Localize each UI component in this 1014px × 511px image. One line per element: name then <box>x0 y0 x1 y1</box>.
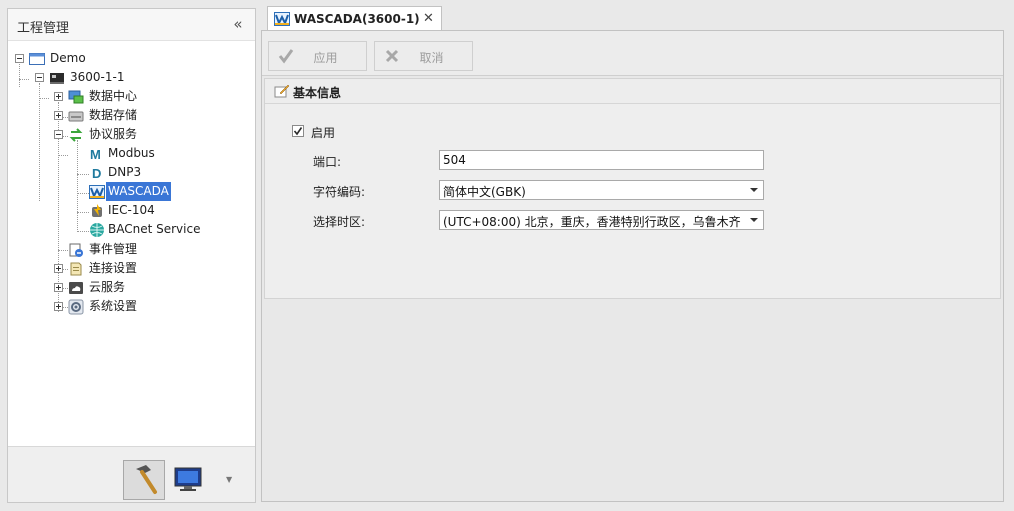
connection-icon <box>70 262 82 276</box>
edit-form-icon <box>274 84 290 98</box>
hammer-icon <box>136 465 157 494</box>
tree-item-data-storage[interactable]: 数据存储 <box>8 106 248 125</box>
tree-item-label: IEC-104 <box>108 203 155 217</box>
tree-item-label: WASCADA <box>106 182 171 201</box>
close-tab-button[interactable]: ✕ <box>423 11 434 26</box>
iec104-icon <box>92 204 102 217</box>
tree-item-label: 系统设置 <box>89 299 138 313</box>
tree-item-iec104[interactable]: IEC-104 <box>8 201 248 220</box>
tree-item-label: DNP3 <box>108 165 142 179</box>
port-label: 端口: <box>313 155 342 169</box>
tree-item-label: 连接设置 <box>89 261 138 275</box>
timezone-value: (UTC+08:00) 北京，重庆，香港特别行政区，乌鲁木齐 <box>443 215 741 229</box>
tree-item-bacnet[interactable]: BACnet Service <box>8 220 248 239</box>
project-panel: 工程管理 « Demo 3600-1-1 数据中心 数据存储 协议服务 M Mo… <box>7 8 256 503</box>
enable-checkbox[interactable] <box>292 125 304 137</box>
encoding-value: 简体中文(GBK) <box>443 185 526 199</box>
collapse-panel-button[interactable]: « <box>231 16 245 32</box>
document-area: 应用 取消 基本信息 启用 端口: 504 字符编码: 简体中文(GBK) 选择… <box>261 30 1004 502</box>
wascada-icon <box>274 12 290 26</box>
timezone-label: 选择时区: <box>313 215 366 229</box>
build-tool-button[interactable] <box>123 460 165 500</box>
tree-item-label: 数据中心 <box>89 89 138 103</box>
tree-item-system-settings[interactable]: 系统设置 <box>8 297 248 316</box>
expand-toggle[interactable] <box>54 92 63 101</box>
collapse-toggle[interactable] <box>35 73 44 82</box>
tree-item-label: 3600-1-1 <box>70 70 125 84</box>
apply-label: 应用 <box>313 51 338 65</box>
tree-item-modbus[interactable]: M Modbus <box>8 144 248 163</box>
cloud-icon <box>69 282 83 294</box>
apply-button[interactable]: 应用 <box>268 41 367 71</box>
basic-info-title: 基本信息 <box>293 86 342 100</box>
chevron-down-icon <box>750 218 758 222</box>
basic-info-panel: 基本信息 启用 端口: 504 字符编码: 简体中文(GBK) 选择时区: (U… <box>264 78 1001 299</box>
tree-item-label: BACnet Service <box>108 222 201 236</box>
tree-item-label: Demo <box>50 51 86 65</box>
expand-toggle[interactable] <box>54 264 63 273</box>
data-center-icon <box>68 90 84 104</box>
tree-item-label: 云服务 <box>89 280 126 294</box>
protocol-icon <box>69 128 83 142</box>
svg-text:D: D <box>92 166 101 181</box>
port-value: 504 <box>443 153 466 167</box>
tree-item-wascada[interactable]: WASCADA <box>8 182 248 201</box>
chevron-down-icon <box>750 188 758 192</box>
tab-wascada[interactable]: WASCADA(3600-1) ✕ <box>267 6 442 31</box>
tree-item-label: 协议服务 <box>89 127 138 141</box>
tree-item-dnp3[interactable]: D DNP3 <box>8 163 248 182</box>
cancel-label: 取消 <box>419 51 444 65</box>
storage-icon <box>68 111 84 122</box>
check-icon <box>293 127 303 136</box>
bacnet-icon <box>90 223 104 237</box>
port-input[interactable]: 504 <box>439 150 764 170</box>
tree-item-label: Modbus <box>108 146 155 160</box>
tree-item-event-management[interactable]: 事件管理 <box>8 240 248 259</box>
tree-item-label: 数据存储 <box>89 108 138 122</box>
event-icon <box>69 243 83 257</box>
device-icon <box>50 73 64 84</box>
tree-item-label: 事件管理 <box>89 242 138 256</box>
tree-item-cloud-services[interactable]: 云服务 <box>8 278 248 297</box>
collapse-toggle[interactable] <box>54 130 63 139</box>
project-panel-title: 工程管理 <box>17 21 70 36</box>
monitor-tool-button[interactable] <box>170 460 206 500</box>
modbus-icon: M <box>90 147 101 162</box>
encoding-select[interactable]: 简体中文(GBK) <box>439 180 764 200</box>
expand-toggle[interactable] <box>54 111 63 120</box>
project-panel-header: 工程管理 « <box>8 9 255 41</box>
dnp3-icon: D <box>92 166 101 181</box>
expand-toggle[interactable] <box>54 302 63 311</box>
toolbar: 应用 取消 <box>262 31 1003 76</box>
collapse-toggle[interactable] <box>15 54 24 63</box>
timezone-select[interactable]: (UTC+08:00) 北京，重庆，香港特别行政区，乌鲁木齐 <box>439 210 764 230</box>
project-tree: Demo 3600-1-1 数据中心 数据存储 协议服务 M Modbus D … <box>8 41 255 445</box>
tool-menu-button[interactable]: ▼ <box>226 475 236 485</box>
monitor-icon <box>174 467 202 491</box>
tree-item-protocol-services[interactable]: 协议服务 <box>8 125 248 144</box>
cancel-button[interactable]: 取消 <box>374 41 473 71</box>
enable-label: 启用 <box>311 126 336 140</box>
settings-icon <box>68 299 84 315</box>
svg-text:M: M <box>90 147 101 162</box>
panel-tool-bar: ▼ <box>8 446 255 502</box>
tree-item-data-center[interactable]: 数据中心 <box>8 87 248 106</box>
wascada-icon <box>89 185 105 199</box>
window-icon <box>29 53 45 65</box>
tree-item-connection-settings[interactable]: 连接设置 <box>8 259 248 278</box>
expand-toggle[interactable] <box>54 283 63 292</box>
tree-item-demo[interactable]: Demo <box>8 49 248 68</box>
tree-item-device[interactable]: 3600-1-1 <box>8 68 248 87</box>
encoding-label: 字符编码: <box>313 185 366 199</box>
tab-title: WASCADA(3600-1) <box>294 12 420 26</box>
basic-info-header: 基本信息 <box>265 79 1000 104</box>
